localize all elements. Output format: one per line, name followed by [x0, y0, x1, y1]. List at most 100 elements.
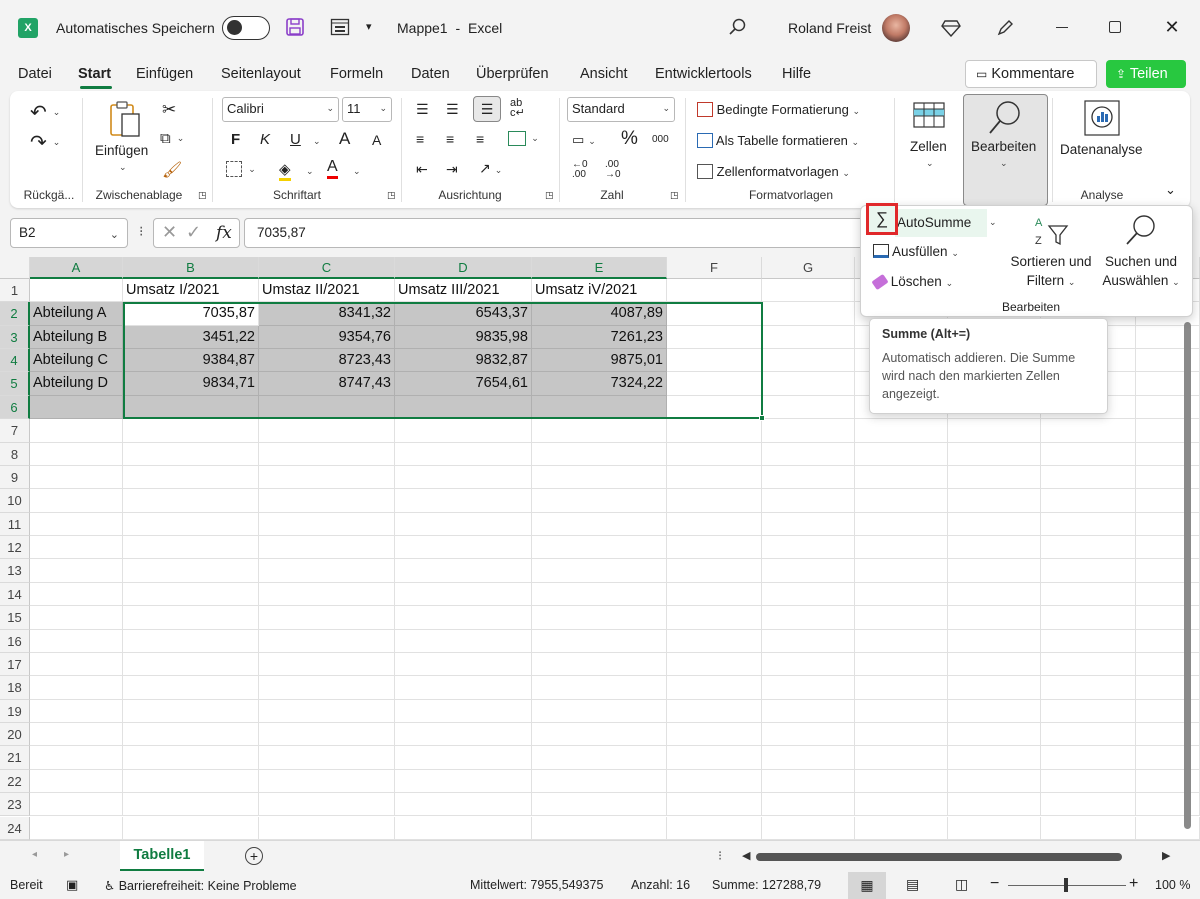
- undo-icon[interactable]: ↶ ⌄: [30, 100, 60, 125]
- cell[interactable]: [667, 465, 762, 490]
- page-layout-view-icon[interactable]: ▤: [906, 876, 919, 893]
- cell[interactable]: [123, 723, 259, 747]
- underline-button[interactable]: U: [290, 131, 301, 148]
- cell[interactable]: [532, 723, 667, 747]
- cell[interactable]: [1041, 559, 1136, 583]
- align-top-icon[interactable]: ☰: [416, 101, 429, 118]
- cell[interactable]: [855, 489, 948, 513]
- cell[interactable]: [948, 559, 1041, 583]
- cells-button[interactable]: Zellen: [910, 139, 947, 154]
- cell[interactable]: [855, 465, 948, 490]
- scroll-tabs-left-icon[interactable]: ◂: [32, 849, 37, 860]
- cell[interactable]: [667, 629, 762, 653]
- number-format-select[interactable]: Standard ⌄: [567, 97, 675, 122]
- cell[interactable]: [1041, 582, 1136, 607]
- cell[interactable]: [855, 442, 948, 466]
- status-count[interactable]: Anzahl: 16: [631, 878, 690, 892]
- cell[interactable]: [667, 676, 762, 700]
- row-header[interactable]: 15: [0, 606, 30, 630]
- currency-icon[interactable]: ▭ ⌄: [572, 132, 596, 148]
- underline-dropdown-icon[interactable]: ⌄: [313, 136, 321, 147]
- cell[interactable]: [532, 652, 667, 677]
- enter-icon[interactable]: ✓: [186, 222, 201, 243]
- cell[interactable]: [855, 793, 948, 817]
- cell[interactable]: [667, 349, 762, 373]
- row-header[interactable]: 8: [0, 442, 30, 466]
- collapse-ribbon-icon[interactable]: ⌄: [1165, 182, 1176, 198]
- cell[interactable]: [30, 395, 123, 420]
- column-title[interactable]: Umsatz I/2021: [123, 279, 259, 303]
- cell[interactable]: [762, 325, 855, 350]
- fill-handle[interactable]: [759, 415, 765, 421]
- value-cell[interactable]: 7261,23: [532, 325, 667, 350]
- row-header[interactable]: 24: [0, 816, 30, 840]
- row-header[interactable]: 22: [0, 769, 30, 794]
- normal-view-icon[interactable]: ▦: [848, 872, 886, 899]
- cell[interactable]: [395, 699, 532, 724]
- cell[interactable]: [123, 489, 259, 513]
- cell[interactable]: [395, 512, 532, 537]
- cell[interactable]: [855, 606, 948, 630]
- orientation-icon[interactable]: ↗ ⌄: [479, 160, 502, 177]
- cell[interactable]: [395, 769, 532, 794]
- cell[interactable]: [1041, 816, 1136, 840]
- cell[interactable]: [762, 746, 855, 770]
- value-cell[interactable]: 6543,37: [395, 302, 532, 326]
- alignment-launcher-icon[interactable]: ◳: [545, 190, 554, 201]
- cell[interactable]: [30, 582, 123, 607]
- cell[interactable]: [395, 606, 532, 630]
- cell[interactable]: [123, 582, 259, 607]
- cell[interactable]: [762, 302, 855, 326]
- cell[interactable]: [395, 746, 532, 770]
- fill-color-dropdown-icon[interactable]: ⌄: [306, 166, 314, 177]
- cell[interactable]: [532, 793, 667, 817]
- cell[interactable]: [30, 793, 123, 817]
- cell-styles-button[interactable]: Zellenformatvorlagen ⌄: [697, 164, 850, 179]
- search-icon[interactable]: [726, 16, 748, 38]
- value-cell[interactable]: 9875,01: [532, 349, 667, 373]
- cell[interactable]: [762, 559, 855, 583]
- cell[interactable]: [30, 465, 123, 490]
- cell[interactable]: [762, 676, 855, 700]
- row-header[interactable]: 14: [0, 582, 30, 607]
- row-header[interactable]: 23: [0, 793, 30, 817]
- percent-button[interactable]: %: [621, 128, 638, 150]
- cell[interactable]: [259, 512, 395, 537]
- row-header[interactable]: 11: [0, 512, 30, 537]
- formula-input[interactable]: 7035,87: [244, 218, 864, 248]
- row-label[interactable]: Abteilung B: [30, 325, 123, 350]
- cell[interactable]: [123, 559, 259, 583]
- cell[interactable]: [123, 676, 259, 700]
- cell[interactable]: [259, 723, 395, 747]
- tab-hilfe[interactable]: Hilfe: [782, 66, 811, 82]
- cell[interactable]: [948, 442, 1041, 466]
- cell[interactable]: [1041, 419, 1136, 443]
- cancel-icon[interactable]: ✕: [162, 222, 177, 243]
- cell[interactable]: [532, 676, 667, 700]
- row-header[interactable]: 18: [0, 676, 30, 700]
- restore-button[interactable]: [1109, 21, 1121, 33]
- cell[interactable]: [667, 582, 762, 607]
- align-middle-icon[interactable]: ☰: [446, 101, 459, 118]
- cell[interactable]: [855, 816, 948, 840]
- cell[interactable]: [123, 465, 259, 490]
- tab-start[interactable]: Start: [78, 66, 111, 82]
- cell[interactable]: [762, 652, 855, 677]
- cell[interactable]: [30, 746, 123, 770]
- cell[interactable]: [762, 442, 855, 466]
- cell[interactable]: [1041, 629, 1136, 653]
- cell[interactable]: [123, 606, 259, 630]
- cell[interactable]: [948, 723, 1041, 747]
- cell[interactable]: [948, 652, 1041, 677]
- font-color-dropdown-icon[interactable]: ⌄: [353, 166, 361, 177]
- value-cell[interactable]: 7324,22: [532, 372, 667, 396]
- cell[interactable]: [667, 559, 762, 583]
- row-header[interactable]: 6: [0, 395, 30, 420]
- row-header[interactable]: 7: [0, 419, 30, 443]
- cell[interactable]: [395, 419, 532, 443]
- cell[interactable]: [395, 816, 532, 840]
- redo-icon[interactable]: ↷ ⌄: [30, 130, 60, 155]
- cell[interactable]: [532, 559, 667, 583]
- cell[interactable]: [123, 536, 259, 560]
- cell[interactable]: [395, 652, 532, 677]
